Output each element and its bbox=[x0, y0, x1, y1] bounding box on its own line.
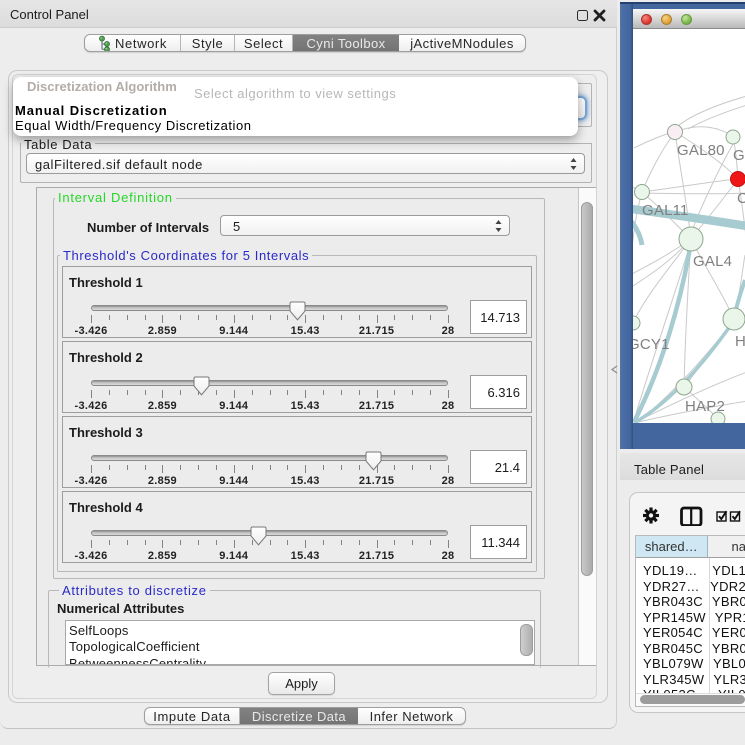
svg-text:GCY1: GCY1 bbox=[633, 336, 670, 353]
svg-text:GAL4: GAL4 bbox=[693, 253, 732, 270]
svg-text:H: H bbox=[735, 333, 745, 350]
svg-text:GAL80: GAL80 bbox=[677, 142, 725, 159]
svg-text:C: C bbox=[737, 190, 745, 207]
svg-text:GAL11: GAL11 bbox=[642, 202, 689, 219]
svg-text:GA: GA bbox=[733, 147, 745, 164]
svg-text:HAP2: HAP2 bbox=[685, 398, 725, 415]
